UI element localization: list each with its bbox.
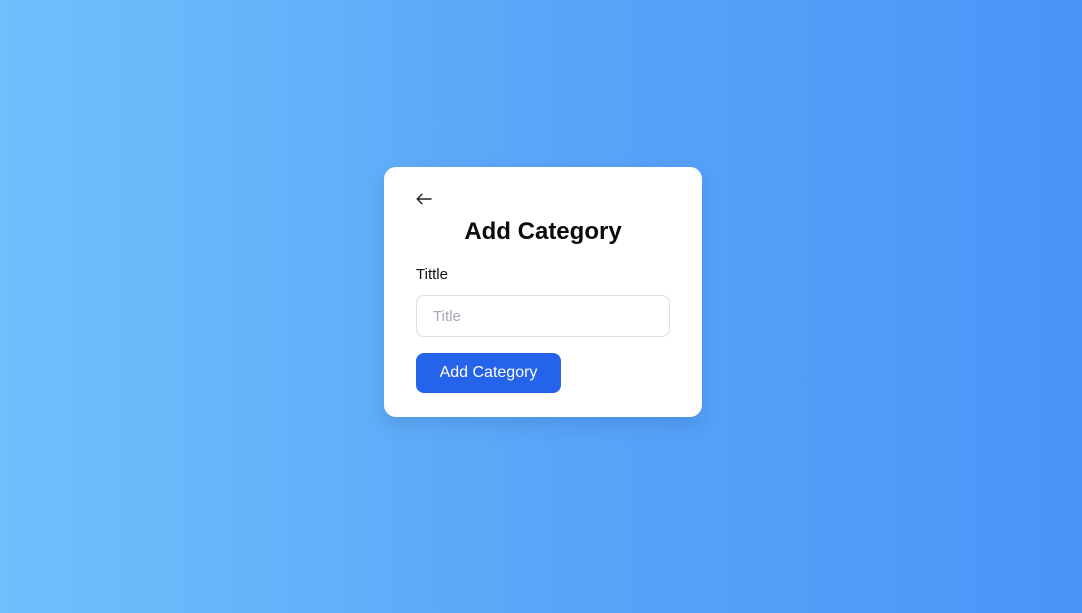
back-button[interactable]: [414, 191, 434, 211]
add-category-card: Add Category Tittle Add Category: [384, 167, 702, 417]
title-field-label: Tittle: [416, 266, 448, 283]
title-input[interactable]: [416, 295, 670, 337]
arrow-left-icon: [416, 192, 432, 210]
add-category-button[interactable]: Add Category: [416, 353, 561, 393]
page-title: Add Category: [464, 218, 622, 245]
